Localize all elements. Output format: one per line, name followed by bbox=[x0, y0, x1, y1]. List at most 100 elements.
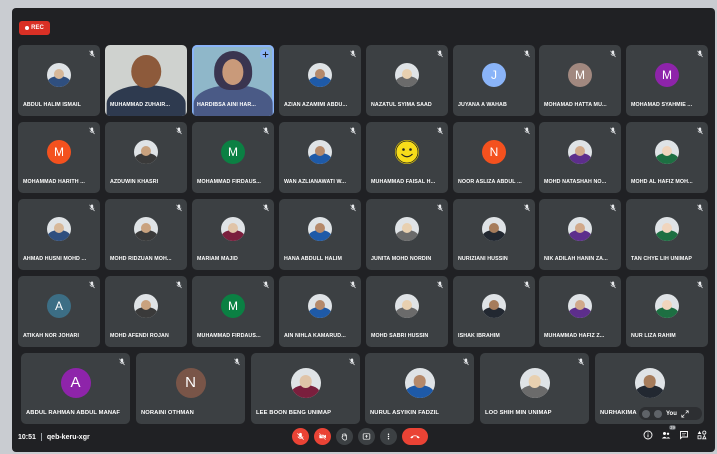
participant-name: ABDUL HALIM ISMAIL bbox=[23, 102, 81, 108]
participant-photo bbox=[395, 62, 419, 87]
participant-tile[interactable]: N NORAINI OTHMAN bbox=[136, 353, 245, 424]
meeting-details-button[interactable] bbox=[643, 430, 653, 440]
participant-tile[interactable]: LEE BOON BENG UNIMAP bbox=[251, 353, 360, 424]
participant-name: NIK ADILAH HANIN ZA... bbox=[544, 256, 608, 262]
participant-tile[interactable]: J JUYANA A WAHAB bbox=[453, 45, 535, 116]
participant-name: NORAINI OTHMAN bbox=[141, 410, 194, 416]
self-mic-off-icon[interactable] bbox=[642, 409, 650, 418]
participant-tile[interactable]: ABDUL HALIM ISMAIL bbox=[18, 45, 100, 116]
self-camera-off-icon[interactable] bbox=[654, 409, 662, 418]
mic-muted-icon bbox=[610, 127, 616, 135]
self-view-controls: You bbox=[639, 407, 702, 420]
people-button[interactable]: 39 bbox=[661, 425, 676, 440]
mic-toggle-button[interactable] bbox=[292, 428, 309, 445]
info-icon bbox=[643, 430, 653, 440]
hand-icon bbox=[341, 432, 347, 441]
participant-tile[interactable]: NURIZIANI HUSSIN bbox=[453, 199, 535, 270]
participant-tile[interactable]: TAN CHYE LIH UNIMAP bbox=[626, 199, 708, 270]
self-label: You bbox=[666, 410, 677, 417]
participant-tile[interactable]: M MOHAMMAD FIRDAUS... bbox=[192, 122, 274, 193]
participant-name: MARIAM MAJID bbox=[197, 256, 238, 262]
participant-tile[interactable]: JUNITA MOHD NORDIN bbox=[366, 199, 448, 270]
mic-muted-icon bbox=[119, 358, 125, 366]
participant-avatar: A bbox=[60, 367, 91, 398]
participant-tile[interactable]: AZDUWIN KHASRI bbox=[105, 122, 187, 193]
activities-button[interactable] bbox=[697, 430, 707, 440]
participant-tile[interactable]: MARIAM MAJID bbox=[192, 199, 274, 270]
participant-tile[interactable]: M MOHAMMAD HARITH ... bbox=[18, 122, 100, 193]
participant-tile[interactable]: MOHD SABRI HUSSIN bbox=[366, 276, 448, 347]
camera-toggle-button[interactable] bbox=[314, 428, 331, 445]
participant-name: HANA ABDULL HALIM bbox=[284, 256, 342, 262]
more-options-button[interactable] bbox=[380, 428, 397, 445]
mic-muted-icon bbox=[524, 281, 530, 289]
pin-icon[interactable] bbox=[260, 49, 270, 59]
participant-name: ISHAK IBRAHIM bbox=[458, 333, 500, 339]
participant-tile[interactable]: A ATIKAH NOR JOHARI bbox=[18, 276, 100, 347]
participant-avatar: N bbox=[175, 367, 206, 398]
participant-tile[interactable]: HARDIBSA AINI HAR... bbox=[192, 45, 274, 116]
participant-name: MUHAMMAD HAFIZ Z... bbox=[544, 333, 605, 339]
mic-muted-icon bbox=[350, 281, 356, 289]
mic-muted-icon bbox=[610, 204, 616, 212]
participant-tile[interactable]: LOO SHIH MIN UNIMAP bbox=[480, 353, 589, 424]
present-button[interactable] bbox=[358, 428, 375, 445]
expand-icon[interactable] bbox=[681, 409, 689, 418]
leave-call-button[interactable] bbox=[402, 428, 428, 445]
participant-tile[interactable]: NURUL ASYIKIN FADZIL bbox=[365, 353, 474, 424]
mic-muted-icon bbox=[89, 127, 95, 135]
mic-muted-icon bbox=[350, 50, 356, 58]
participant-tile[interactable]: NAZATUL SYIMA SAAD bbox=[366, 45, 448, 116]
meeting-code[interactable]: qeb-keru-xgr bbox=[47, 434, 90, 441]
raise-hand-button[interactable] bbox=[336, 428, 353, 445]
participant-tile[interactable]: MOHD AFENDI ROJAN bbox=[105, 276, 187, 347]
participant-tile[interactable]: ISHAK IBRAHIM bbox=[453, 276, 535, 347]
participant-avatar: M bbox=[47, 139, 71, 164]
participant-tile[interactable]: AHMAD HUSNI MOHD ... bbox=[18, 199, 100, 270]
mic-muted-icon bbox=[349, 358, 355, 366]
meeting-time: 10:51 bbox=[18, 433, 36, 441]
participant-tile[interactable]: NURHAKIMA You bbox=[595, 353, 704, 424]
participant-tile[interactable]: M MUHAMMAD FIRDAUS... bbox=[192, 276, 274, 347]
participant-photo bbox=[47, 62, 71, 87]
mic-muted-icon bbox=[350, 204, 356, 212]
participant-tile[interactable]: MOHD AL HAFIZ MOH... bbox=[626, 122, 708, 193]
participant-tile[interactable]: NUR LIZA RAHIM bbox=[626, 276, 708, 347]
participant-photo bbox=[404, 367, 435, 398]
people-icon bbox=[661, 432, 671, 439]
participant-tile[interactable]: A ABDUL RAHMAN ABDUL MANAF bbox=[21, 353, 130, 424]
participant-tile[interactable]: N NOOR ASLIZA ABDUL ... bbox=[453, 122, 535, 193]
participant-name: MUHAMMAD ZUHAIR... bbox=[110, 102, 171, 108]
participant-name: MOHAMAD HATTA MU... bbox=[544, 102, 607, 108]
participant-name: LEE BOON BENG UNIMAP bbox=[256, 410, 332, 416]
participant-tile[interactable]: AZIAN AZAMIMI ABDU... bbox=[279, 45, 361, 116]
participant-tile[interactable]: M MOHAMAD HATTA MU... bbox=[539, 45, 621, 116]
participant-name: NOOR ASLIZA ABDUL ... bbox=[458, 179, 522, 185]
mic-muted-icon bbox=[89, 50, 95, 58]
participant-photo bbox=[634, 367, 665, 398]
participant-avatar: M bbox=[221, 293, 245, 318]
participant-tile[interactable]: WAN AZLIANAWATI W... bbox=[279, 122, 361, 193]
participant-photo bbox=[47, 216, 71, 241]
chat-button[interactable] bbox=[679, 430, 689, 440]
participant-name: TAN CHYE LIH UNIMAP bbox=[631, 256, 692, 262]
participant-name: AIN NIHLA KAMARUD... bbox=[284, 333, 346, 339]
side-panel-controls: 39 bbox=[643, 425, 707, 440]
mic-muted-icon bbox=[437, 281, 443, 289]
participant-tile[interactable]: NIK ADILAH HANIN ZA... bbox=[539, 199, 621, 270]
participant-tile[interactable]: HANA ABDULL HALIM bbox=[279, 199, 361, 270]
participant-name: NURUL ASYIKIN FADZIL bbox=[370, 410, 439, 416]
participant-photo bbox=[568, 293, 592, 318]
participant-tile[interactable]: M MOHAMAD SYAHMIE ... bbox=[626, 45, 708, 116]
participant-photo bbox=[395, 216, 419, 241]
participant-tile[interactable]: MUHAMMAD ZUHAIR... bbox=[105, 45, 187, 116]
participant-tile[interactable]: AIN NIHLA KAMARUD... bbox=[279, 276, 361, 347]
participant-tile[interactable]: MUHAMMAD HAFIZ Z... bbox=[539, 276, 621, 347]
participant-tile[interactable]: MOHD NATASHAH NO... bbox=[539, 122, 621, 193]
mic-muted-icon bbox=[350, 127, 356, 135]
mic-muted-icon bbox=[578, 358, 584, 366]
participant-tile[interactable]: MUHAMMAD FAISAL H... bbox=[366, 122, 448, 193]
participant-name: JUNITA MOHD NORDIN bbox=[371, 256, 432, 262]
participant-photo bbox=[655, 293, 679, 318]
participant-tile[interactable]: MOHD RIDZUAN MOH... bbox=[105, 199, 187, 270]
